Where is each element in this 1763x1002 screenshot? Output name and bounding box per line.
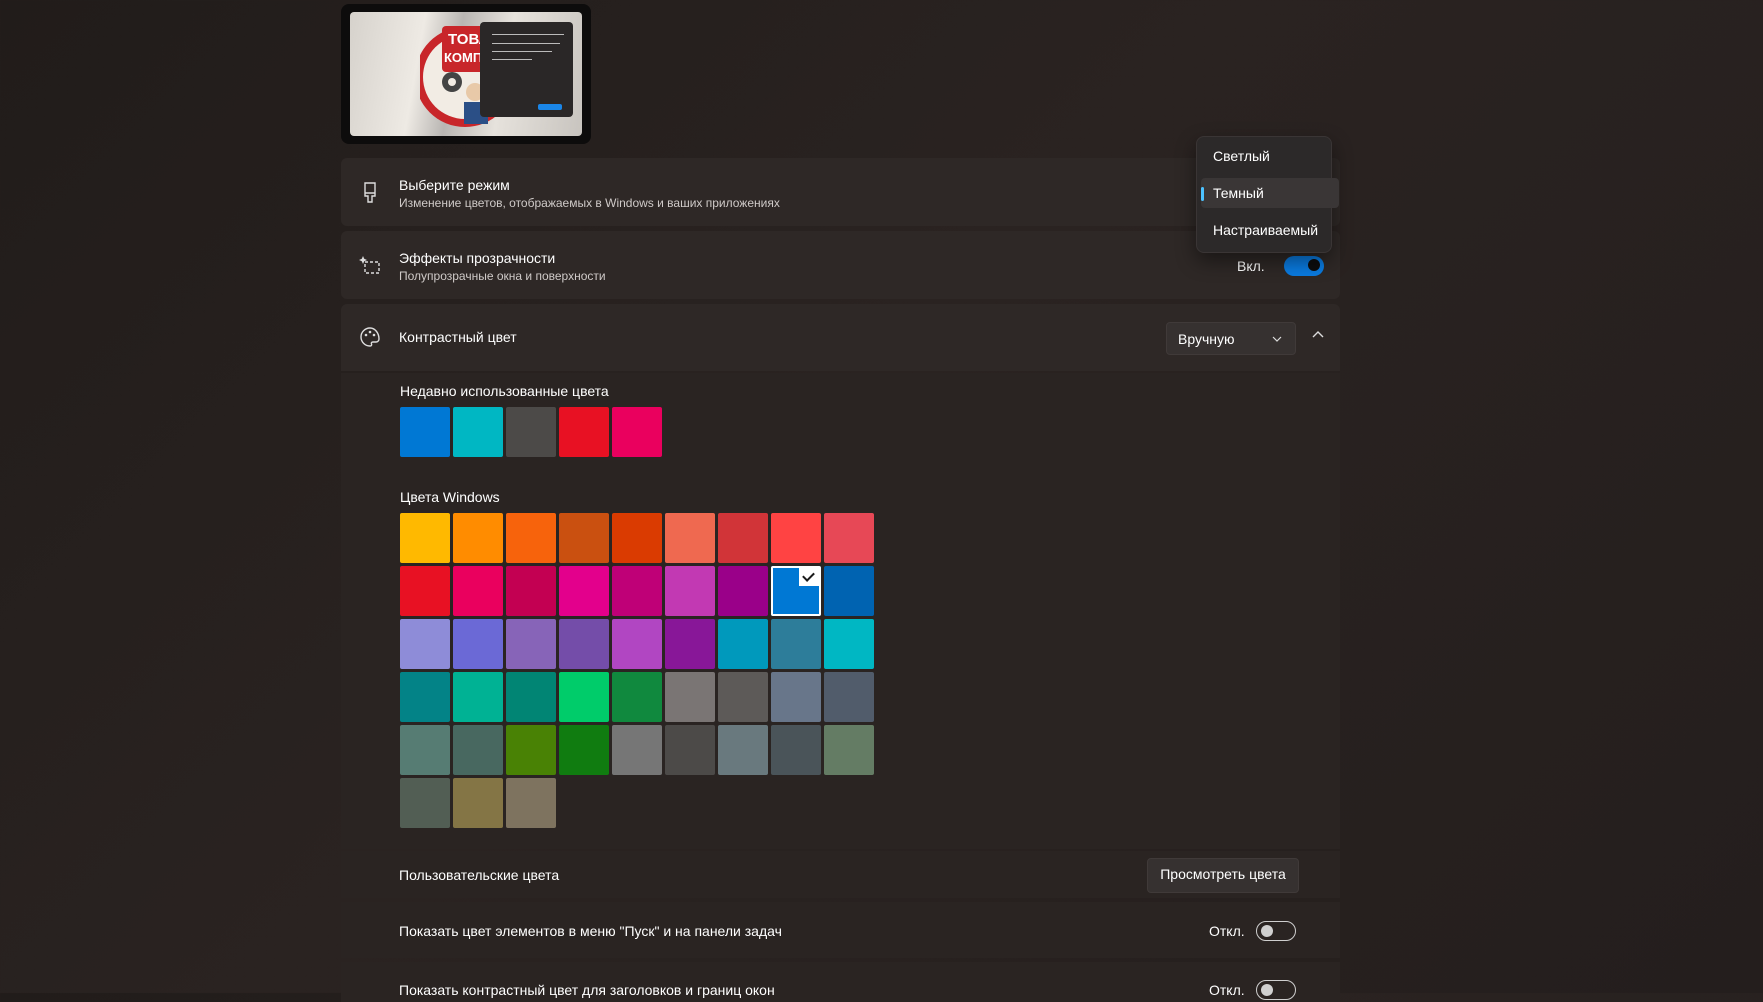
windows-color-swatch[interactable]	[824, 513, 874, 563]
windows-color-swatch[interactable]	[665, 619, 715, 669]
windows-color-swatch[interactable]	[506, 778, 556, 828]
windows-color-swatch[interactable]	[453, 566, 503, 616]
mode-option-custom[interactable]: Настраиваемый	[1201, 215, 1339, 245]
windows-color-swatch[interactable]	[506, 566, 556, 616]
windows-color-swatch[interactable]	[771, 672, 821, 722]
windows-color-swatch[interactable]	[665, 725, 715, 775]
windows-color-swatch[interactable]	[612, 619, 662, 669]
windows-color-swatch[interactable]	[612, 566, 662, 616]
windows-color-swatch[interactable]	[400, 513, 450, 563]
chevron-up-icon[interactable]	[1311, 328, 1325, 345]
windows-color-swatch[interactable]	[771, 725, 821, 775]
accent-title: Контрастный цвет	[399, 329, 517, 345]
title-bars-label: Показать контрастный цвет для заголовков…	[399, 982, 775, 998]
palette-icon	[359, 326, 381, 348]
windows-color-swatch[interactable]	[718, 513, 768, 563]
windows-color-swatch[interactable]	[453, 725, 503, 775]
start-taskbar-label: Показать цвет элементов в меню "Пуск" и …	[399, 923, 782, 939]
windows-color-swatch[interactable]	[400, 566, 450, 616]
windows-color-swatch[interactable]	[771, 619, 821, 669]
preview-desktop: ТОВАР КОМПЬК	[350, 12, 582, 136]
selection-indicator	[1201, 187, 1204, 201]
windows-color-swatch[interactable]	[824, 566, 874, 616]
start-taskbar-row: Показать цвет элементов в меню "Пуск" и …	[341, 902, 1340, 958]
transparency-subtitle: Полупрозрачные окна и поверхности	[399, 269, 606, 283]
start-taskbar-state-label: Откл.	[1209, 923, 1245, 939]
title-bars-row: Показать контрастный цвет для заголовков…	[341, 962, 1340, 1002]
preview-window	[480, 22, 573, 117]
preview-accent-button	[538, 104, 562, 110]
checkmark-icon	[799, 568, 819, 586]
mode-dropdown-menu: Светлый Темный Настраиваемый	[1196, 136, 1339, 253]
windows-color-swatch[interactable]	[453, 619, 503, 669]
windows-color-swatch[interactable]	[453, 513, 503, 563]
windows-color-swatch[interactable]	[665, 513, 715, 563]
mode-card: Выберите режим Изменение цветов, отображ…	[341, 158, 1340, 226]
brush-icon	[359, 182, 381, 204]
windows-color-swatch[interactable]	[718, 619, 768, 669]
start-taskbar-toggle[interactable]	[1256, 921, 1296, 941]
custom-colors-row: Пользовательские цвета Просмотреть цвета	[341, 851, 1340, 898]
windows-color-swatch[interactable]	[506, 672, 556, 722]
view-colors-button[interactable]: Просмотреть цвета	[1147, 858, 1299, 893]
accent-mode-select[interactable]: Вручную	[1166, 322, 1296, 355]
windows-color-swatch[interactable]	[665, 672, 715, 722]
windows-colors-label: Цвета Windows	[400, 489, 500, 505]
windows-color-swatch[interactable]	[559, 619, 609, 669]
recent-color-swatch[interactable]	[453, 407, 503, 457]
transparency-title: Эффекты прозрачности	[399, 250, 556, 266]
recent-color-swatch[interactable]	[506, 407, 556, 457]
recent-color-swatch[interactable]	[559, 407, 609, 457]
windows-color-swatch[interactable]	[559, 566, 609, 616]
windows-color-swatch[interactable]	[453, 778, 503, 828]
windows-color-swatch[interactable]	[612, 672, 662, 722]
windows-color-swatch[interactable]	[400, 778, 450, 828]
windows-color-swatch[interactable]	[506, 725, 556, 775]
transparency-state-label: Вкл.	[1237, 258, 1265, 274]
title-bars-state-label: Откл.	[1209, 982, 1245, 998]
custom-colors-label: Пользовательские цвета	[399, 867, 560, 883]
windows-color-swatch[interactable]	[824, 672, 874, 722]
windows-color-swatch[interactable]	[453, 672, 503, 722]
windows-color-swatch[interactable]	[824, 725, 874, 775]
accent-select-value: Вручную	[1178, 331, 1235, 347]
windows-color-swatch[interactable]	[771, 566, 821, 616]
theme-preview: ТОВАР КОМПЬК	[341, 4, 591, 144]
mode-title: Выберите режим	[399, 177, 510, 193]
windows-color-swatch[interactable]	[400, 672, 450, 722]
windows-color-swatch[interactable]	[718, 566, 768, 616]
windows-color-swatch[interactable]	[506, 619, 556, 669]
windows-color-swatch[interactable]	[559, 725, 609, 775]
windows-color-swatch[interactable]	[665, 566, 715, 616]
transparency-toggle[interactable]	[1284, 256, 1324, 276]
transparency-card: Эффекты прозрачности Полупрозрачные окна…	[341, 231, 1340, 299]
windows-color-swatch[interactable]	[771, 513, 821, 563]
windows-color-swatch[interactable]	[718, 725, 768, 775]
windows-color-swatch[interactable]	[718, 672, 768, 722]
mode-subtitle: Изменение цветов, отображаемых в Windows…	[399, 196, 780, 210]
windows-color-swatch[interactable]	[824, 619, 874, 669]
mode-option-dark-label: Темный	[1213, 185, 1264, 201]
mode-option-light[interactable]: Светлый	[1201, 141, 1339, 171]
chevron-down-icon	[1271, 329, 1283, 348]
title-bars-toggle[interactable]	[1256, 980, 1296, 1000]
windows-color-swatch[interactable]	[612, 513, 662, 563]
windows-color-swatch[interactable]	[559, 513, 609, 563]
mode-option-dark[interactable]: Темный	[1201, 178, 1339, 208]
windows-color-swatch[interactable]	[612, 725, 662, 775]
windows-color-swatch[interactable]	[400, 725, 450, 775]
transparency-icon	[359, 254, 381, 276]
windows-color-swatch[interactable]	[506, 513, 556, 563]
windows-color-swatch[interactable]	[559, 672, 609, 722]
recent-color-swatch[interactable]	[400, 407, 450, 457]
windows-color-swatch[interactable]	[400, 619, 450, 669]
recent-color-swatch[interactable]	[612, 407, 662, 457]
recent-colors-label: Недавно использованные цвета	[400, 383, 609, 399]
